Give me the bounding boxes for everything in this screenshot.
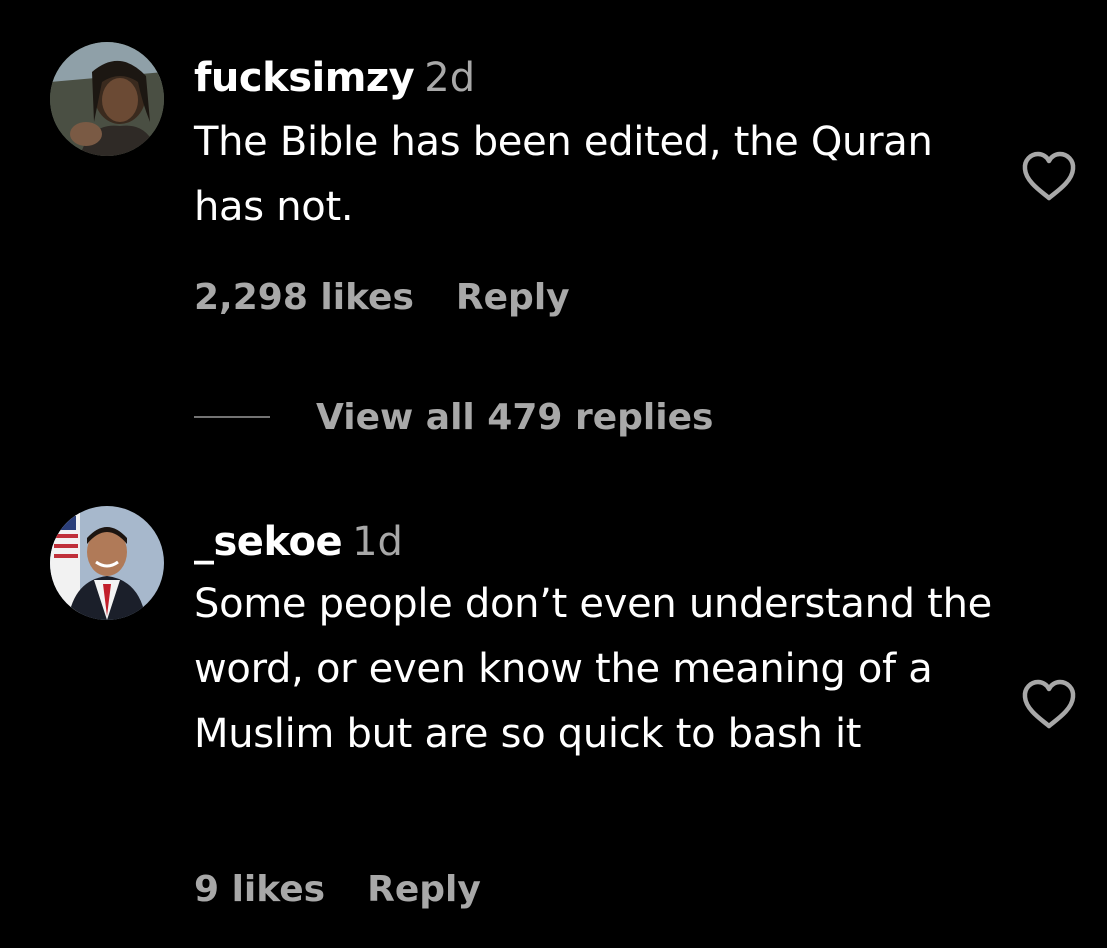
heart-outline-icon[interactable] (1020, 678, 1078, 730)
avatar[interactable] (50, 506, 164, 620)
comment-text: Some people don’t even understand the wo… (194, 581, 992, 757)
comment-header: _sekoe 1d (194, 518, 403, 566)
comment-item: _sekoe 1d Some people don’t even understa… (0, 0, 1107, 948)
avatar-photo (50, 506, 164, 620)
reply-button[interactable]: Reply (367, 869, 481, 910)
comment-meta: 9 likes Reply (194, 868, 481, 912)
timestamp: 1d (352, 519, 403, 565)
username-link[interactable]: _sekoe (194, 519, 343, 565)
likes-count[interactable]: 9 likes (194, 869, 325, 910)
